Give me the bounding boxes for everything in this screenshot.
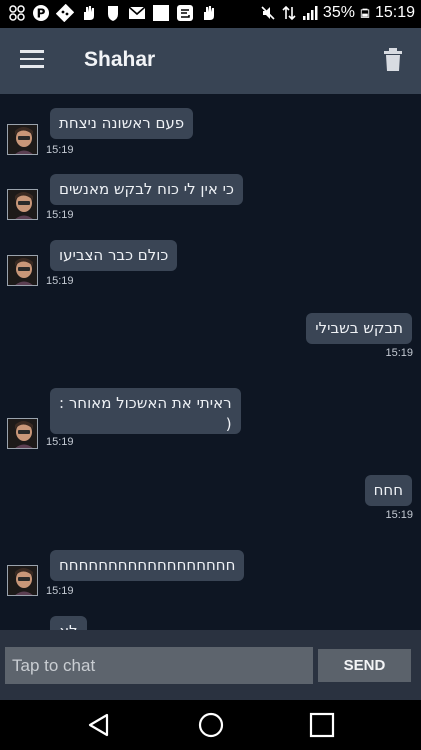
compose-bar: SEND [0,630,421,700]
trash-icon[interactable] [383,48,403,72]
home-icon[interactable] [198,712,224,738]
battery-icon [360,8,370,18]
clock: 15:19 [374,4,415,21]
avatar[interactable] [7,189,38,220]
shield-app-icon [104,4,122,22]
message-time: 15:19 [46,144,74,156]
hamburger-menu-icon[interactable] [20,50,46,72]
message-bubble[interactable]: לא [50,616,87,630]
message-bubble[interactable]: כולם כבר הצביעו [50,240,178,271]
avatar[interactable] [7,255,38,286]
message-time: 15:19 [46,436,74,448]
battery-percent: 35% [322,4,355,21]
message-time: 15:19 [385,347,413,359]
message-time: 15:19 [46,275,74,287]
message-bubble[interactable]: כי אין לי כוח לבקש מאנשים [50,174,243,205]
svg-text:P: P [37,7,46,21]
mute-icon [261,6,275,20]
message-bubble[interactable]: ראיתי את האשכול מאוחר : ( [50,388,241,434]
conversation-title: Shahar [84,48,156,71]
message-time: 15:19 [385,509,413,521]
chat-app-icon [176,4,194,22]
dominos-icon [55,3,75,23]
signal-icon [302,6,318,20]
message-bubble[interactable]: חחחחחחחחחחחחחחחחחח [50,550,245,581]
message-bubble[interactable]: חחח [364,475,412,506]
pinterest-icon: P [32,4,50,22]
hand-app-icon [200,4,218,22]
status-bar: P 35% 15:19 [0,0,421,28]
back-icon[interactable] [86,712,112,738]
notification-icons: P [8,3,218,23]
navigation-bar [0,700,421,750]
avatar[interactable] [7,124,38,155]
data-transfer-icon [282,5,296,21]
hand-app-icon [80,4,98,22]
gmail-icon [128,4,146,22]
blank-square-icon [152,4,170,22]
message-time: 15:19 [46,585,74,597]
app-bar: Shahar [0,28,421,94]
message-bubble[interactable]: תבקש בשבילי [306,313,412,344]
pinwheel-app-icon [8,4,26,22]
recents-icon[interactable] [309,712,335,738]
send-button[interactable]: SEND [318,649,411,682]
message-list[interactable]: פעם ראשונה ניצחת 15:19 כי אין לי כוח לבק… [0,94,421,630]
system-status: 35% 15:19 [260,4,415,22]
message-bubble[interactable]: פעם ראשונה ניצחת [50,108,194,139]
message-line: ( [225,415,232,433]
message-time: 15:19 [46,209,74,221]
avatar[interactable] [7,418,38,449]
message-line: ראיתי את האשכול מאוחר : [59,394,232,412]
avatar[interactable] [7,565,38,596]
chat-input[interactable] [5,647,313,684]
